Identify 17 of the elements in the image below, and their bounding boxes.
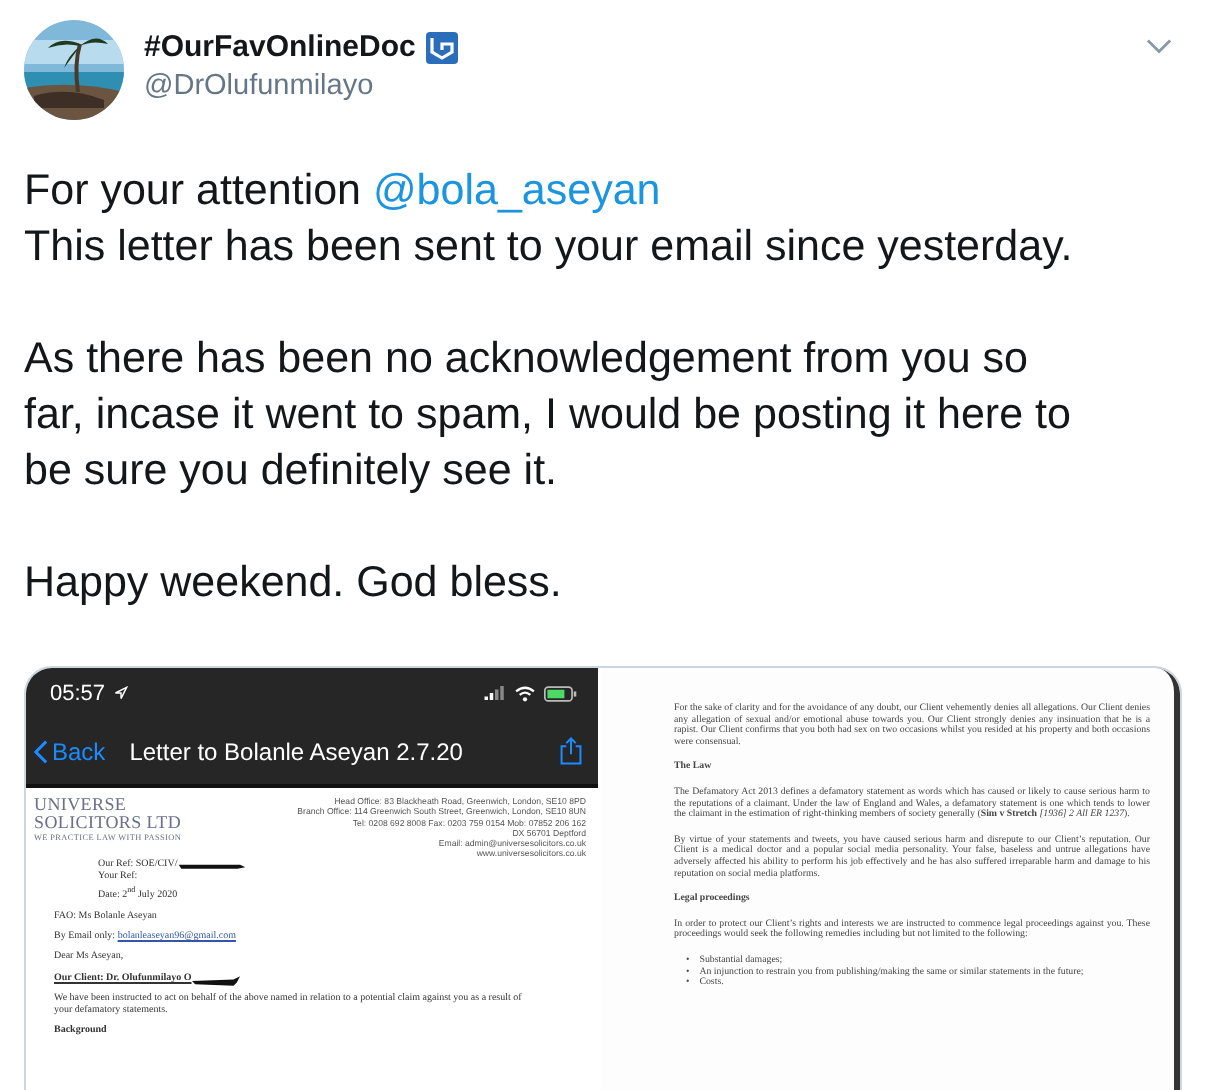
display-name[interactable]: #OurFavOnlineDoc: [144, 30, 416, 64]
chevron-left-icon: [34, 739, 48, 763]
tweet-text: As there has been no acknowledgement from you so far, incase it went to spam, I would be posting it here to be sure you definitely see it.: [24, 332, 1073, 498]
mention-link[interactable]: @bola_aseyan: [372, 166, 661, 214]
back-button[interactable]: Back: [34, 737, 106, 765]
wifi-icon: [514, 685, 536, 701]
document-title: Letter to Bolanle Aseyan 2.7.20: [129, 737, 463, 765]
tweet-text: Happy weekend. God bless.: [24, 556, 564, 610]
badge-icon: [425, 31, 458, 63]
user-handle[interactable]: @DrOlufunmilayo: [144, 70, 458, 102]
chevron-down-icon[interactable]: [1146, 38, 1172, 54]
signal-icon: [484, 686, 506, 700]
tweet-text: For your attention @bola_aseyan This letter has been sent to your email since yesterday.: [24, 164, 1075, 274]
share-icon[interactable]: [560, 736, 582, 766]
location-icon: [113, 686, 128, 700]
battery-icon: [544, 685, 578, 701]
status-time: 05:57: [50, 681, 106, 705]
